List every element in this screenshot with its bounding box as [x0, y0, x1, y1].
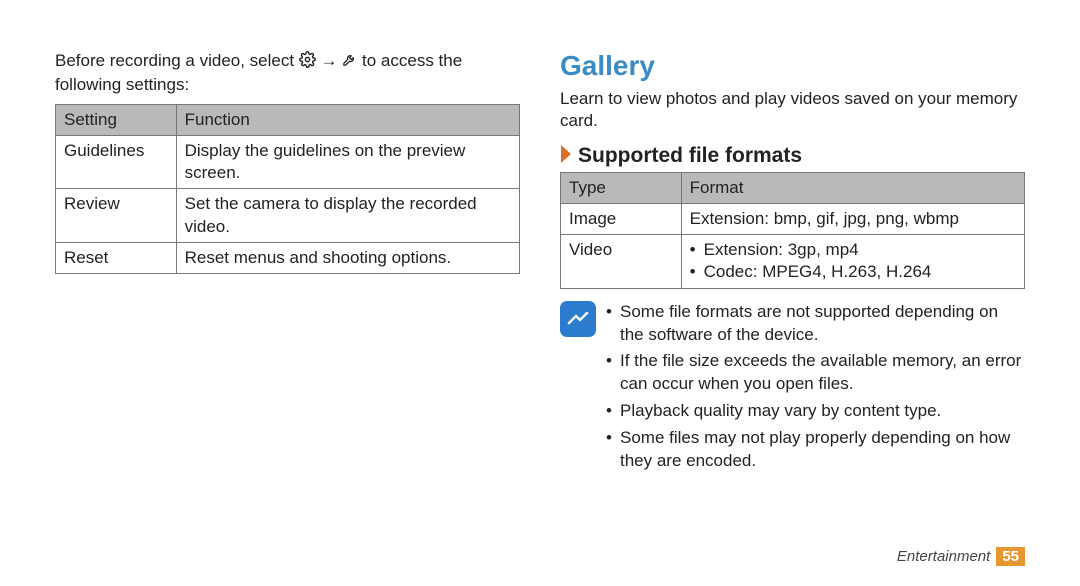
left-column: Before recording a video, select → to ac… [55, 50, 520, 520]
right-column: Gallery Learn to view photos and play vi… [560, 50, 1025, 520]
note-box: Some file formats are not supported depe… [560, 301, 1025, 478]
section-title: Gallery [560, 50, 1025, 82]
table-row: Image Extension: bmp, gif, jpg, png, wbm… [561, 204, 1025, 235]
wrench-icon [342, 51, 357, 74]
sub-heading: Supported file formats [578, 144, 802, 168]
format-type: Image [561, 204, 682, 235]
table-row: Guidelines Display the guidelines on the… [56, 136, 520, 189]
format-value: Extension: bmp, gif, jpg, png, wbmp [681, 204, 1024, 235]
format-type: Video [561, 235, 682, 288]
video-format-line: Extension: 3gp, mp4 [690, 239, 1016, 261]
gear-icon [299, 51, 316, 74]
setting-function: Display the guidelines on the preview sc… [176, 136, 519, 189]
table-row: Reset Reset menus and shooting options. [56, 242, 520, 273]
settings-header-function: Function [176, 105, 519, 136]
formats-header-format: Format [681, 173, 1024, 204]
section-intro: Learn to view photos and play videos sav… [560, 88, 1025, 132]
setting-function: Reset menus and shooting options. [176, 242, 519, 273]
formats-table: Type Format Image Extension: bmp, gif, j… [560, 172, 1025, 288]
note-item: Playback quality may vary by content typ… [606, 400, 1025, 423]
intro-text-pre: Before recording a video, select [55, 51, 299, 70]
note-item: Some file formats are not supported depe… [606, 301, 1025, 347]
formats-header-type: Type [561, 173, 682, 204]
note-icon [560, 301, 596, 337]
setting-name: Guidelines [56, 136, 177, 189]
page-footer: Entertainment 55 [897, 547, 1025, 566]
intro-paragraph: Before recording a video, select → to ac… [55, 50, 520, 96]
note-item: Some files may not play properly dependi… [606, 427, 1025, 473]
footer-section: Entertainment [897, 548, 990, 565]
setting-name: Review [56, 189, 177, 242]
intro-text-arrow: → [321, 51, 343, 70]
settings-header-setting: Setting [56, 105, 177, 136]
setting-function: Set the camera to display the recorded v… [176, 189, 519, 242]
setting-name: Reset [56, 242, 177, 273]
table-row: Video Extension: 3gp, mp4 Codec: MPEG4, … [561, 235, 1025, 288]
format-value: Extension: 3gp, mp4 Codec: MPEG4, H.263,… [681, 235, 1024, 288]
chevron-right-icon [560, 145, 574, 168]
footer-page-number: 55 [996, 547, 1025, 566]
note-item: If the file size exceeds the available m… [606, 350, 1025, 396]
note-list: Some file formats are not supported depe… [606, 301, 1025, 478]
video-format-line: Codec: MPEG4, H.263, H.264 [690, 261, 1016, 283]
table-row: Review Set the camera to display the rec… [56, 189, 520, 242]
settings-table: Setting Function Guidelines Display the … [55, 104, 520, 274]
